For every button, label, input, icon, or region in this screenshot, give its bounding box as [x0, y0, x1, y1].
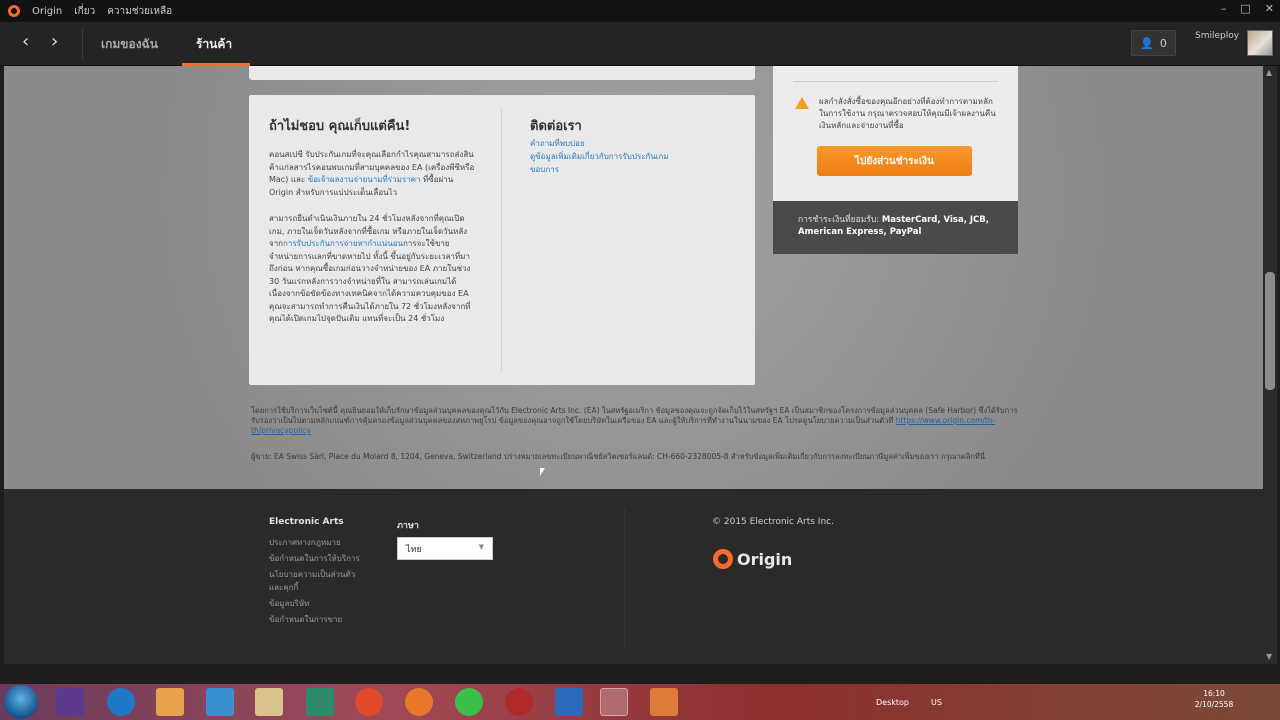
store-footer: Electronic Arts ประกาศทางกฎหมาย ข้อกำหนด…	[4, 489, 1263, 664]
cart-card-bottom	[249, 66, 755, 80]
footer-link-company[interactable]: ข้อมูลบริษัท	[269, 597, 369, 610]
taskbar-app3-icon[interactable]	[650, 688, 678, 716]
refund-paragraph-2: สามารถยืนดำเนินเงินภายใน 24 ชั่วโมงหลังจ…	[269, 214, 471, 323]
footer-ea-title: Electronic Arts	[269, 517, 344, 527]
terms-link[interactable]: ขอบการ	[530, 163, 730, 176]
taskbar-ie-icon[interactable]	[107, 688, 135, 716]
proceed-to-checkout-button[interactable]: ไปยังส่วนชำระเงิน	[817, 146, 972, 176]
mouse-cursor-icon	[540, 468, 545, 476]
guarantee-info-link[interactable]: ดูข้อมูลเพิ่มเติมเกี่ยวกับการรับประกันเก…	[530, 150, 730, 163]
back-arrow-icon[interactable]: ‹	[22, 32, 29, 52]
friends-count: 0	[1159, 36, 1167, 50]
nav-bar: ‹ › เกมของฉัน ร้านค้า 👤 0 Smileploy	[0, 22, 1280, 66]
footer-links: ประกาศทางกฎหมาย ข้อกำหนดในการให้บริการ น…	[269, 536, 369, 629]
checkout-panel: ผลกำลังสั่งซื้อของคุณอีกอย่างที่ต้องทำกา…	[773, 66, 1018, 254]
refund-title: ถ้าไม่ชอบ คุณเก็บแต่คืน!	[269, 119, 411, 134]
footer-link-privacy[interactable]: นโยบายความเป็นส่วนตัวและคุกกี้	[269, 568, 369, 594]
windows-taskbar: Desktop US 16:10 2/10/2558	[0, 684, 1280, 720]
taskbar-app-icon[interactable]	[505, 688, 533, 716]
contact-section: ติดต่อเรา คำถามที่พบบ่อย ดูข้อมูลเพิ่มเต…	[530, 115, 730, 176]
scrollbar-thumb[interactable]	[1265, 272, 1275, 390]
username[interactable]: Smileploy	[1195, 31, 1239, 41]
window-titlebar: Origin เกี่ยว ความช่วยเหลือ – □ ✕	[0, 0, 1280, 22]
warning-icon	[795, 97, 809, 109]
seller-address: ผู้ขาย: EA Swiss Sàrl, Place du Molard 8…	[251, 452, 986, 461]
refund-eligible-games-link[interactable]: ข้อเจ้าผลงานจ่ายนามที่ร่วมราคา	[308, 175, 421, 184]
chevron-down-icon: ▼	[478, 543, 484, 551]
friends-button[interactable]: 👤 0	[1131, 30, 1176, 56]
desktop-toolbar-label[interactable]: Desktop	[876, 698, 909, 707]
taskbar-explorer-icon[interactable]	[255, 688, 283, 716]
taskbar-chrome-icon[interactable]	[355, 688, 383, 716]
avatar[interactable]	[1247, 30, 1273, 56]
menu-about[interactable]: เกี่ยว	[74, 4, 95, 19]
app-title-menu[interactable]: Origin	[32, 6, 62, 17]
taskbar-app2-icon[interactable]	[555, 688, 583, 716]
menu-help[interactable]: ความช่วยเหลือ	[107, 4, 172, 19]
taskbar-origin-icon[interactable]	[600, 688, 628, 716]
taskbar-clock[interactable]: 16:10 2/10/2558	[1192, 688, 1236, 710]
friends-icon: 👤	[1140, 36, 1154, 50]
footer-divider	[624, 509, 625, 649]
taskbar-firefox-icon[interactable]	[405, 688, 433, 716]
faq-link[interactable]: คำถามที่พบบ่อย	[530, 137, 730, 150]
origin-brand-logo: Origin	[713, 549, 792, 569]
footer-link-sales-terms[interactable]: ข้อกำหนดในการขาย	[269, 613, 369, 626]
refund-contact-card: ถ้าไม่ชอบ คุณเก็บแต่คืน! คอนสเปซี รับประ…	[249, 95, 755, 385]
contact-title: ติดต่อเรา	[530, 119, 582, 134]
footer-link-legal[interactable]: ประกาศทางกฎหมาย	[269, 536, 369, 549]
language-title: ภาษา	[397, 521, 419, 531]
refund-paragraph-1: คอนสเปซี รับประกันเกมที่จะคุณเลือกกำไรคุ…	[269, 150, 475, 197]
origin-ring-icon	[713, 549, 733, 569]
minimize-button[interactable]: –	[1221, 2, 1227, 15]
checkout-separator	[793, 81, 998, 82]
close-button[interactable]: ✕	[1265, 2, 1274, 15]
taskbar-mail-icon[interactable]	[206, 688, 234, 716]
start-button-icon[interactable]	[4, 685, 38, 719]
scroll-up-icon[interactable]: ▲	[1266, 68, 1272, 77]
origin-logo-icon	[8, 5, 20, 17]
window-controls: – □ ✕	[1221, 2, 1274, 15]
scroll-down-icon[interactable]: ▼	[1266, 652, 1272, 661]
payment-methods-label: การชำระเงินที่ยอมรับ:	[798, 215, 880, 225]
maximize-button[interactable]: □	[1240, 2, 1250, 15]
tab-store[interactable]: ร้านค้า	[196, 35, 232, 54]
language-select[interactable]: ไทย ▼	[397, 537, 493, 560]
copyright-text: © 2015 Electronic Arts Inc.	[712, 517, 834, 527]
taskbar-line-icon[interactable]	[455, 688, 483, 716]
store-content: ถ้าไม่ชอบ คุณเก็บแต่คืน! คอนสเปซี รับประ…	[4, 66, 1263, 489]
taskbar-media-icon[interactable]	[156, 688, 184, 716]
nav-divider	[82, 28, 83, 60]
tab-my-games[interactable]: เกมของฉัน	[101, 35, 158, 54]
footer-link-terms[interactable]: ข้อกำหนดในการให้บริการ	[269, 552, 369, 565]
taskbar-vs-icon[interactable]	[56, 688, 84, 716]
taskbar-hao123-icon[interactable]	[306, 688, 334, 716]
checkout-warning-text: ผลกำลังสั่งซื้อของคุณอีกอย่างที่ต้องทำกา…	[819, 97, 996, 130]
refund-guarantee-link[interactable]: การรับประกันการจ่ายหากำแน่นอน	[283, 239, 403, 248]
privacy-notice: โดยการใช้บริการเว็บไซต์นี้ คุณยินยอมให้เ…	[251, 406, 1018, 435]
origin-brand-text: Origin	[737, 549, 793, 569]
language-value: ไทย	[406, 545, 422, 555]
forward-arrow-icon[interactable]: ›	[51, 32, 58, 52]
clock-time: 16:10	[1203, 689, 1225, 698]
language-indicator[interactable]: US	[931, 698, 942, 707]
card-column-divider	[501, 109, 502, 371]
clock-date: 2/10/2558	[1194, 700, 1234, 709]
payment-methods-bar: การชำระเงินที่ยอมรับ: MasterCard, Visa, …	[773, 201, 1018, 254]
